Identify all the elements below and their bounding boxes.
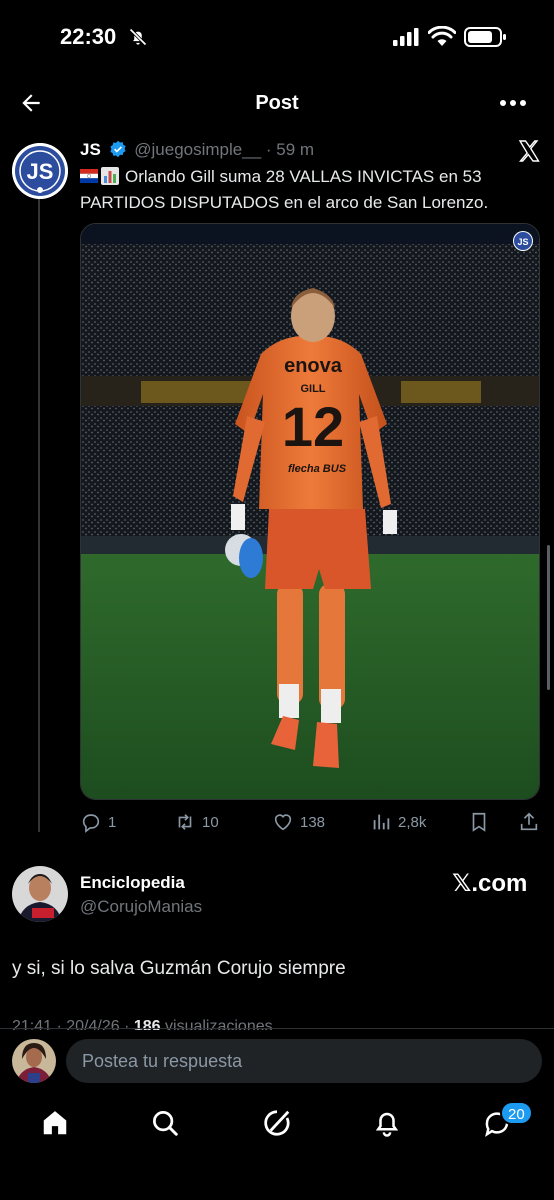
js-watermark-icon: JS [513, 231, 533, 251]
verified-badge-icon [109, 140, 126, 158]
home-icon[interactable] [40, 1108, 70, 1138]
views-button[interactable]: 2,8k [370, 808, 426, 836]
tweet-text: y si, si lo salva Guzmán Corujo siempre [12, 958, 346, 979]
like-count: 138 [300, 813, 326, 831]
avatar[interactable] [12, 866, 68, 922]
heart-icon [274, 814, 292, 831]
status-bar: 22:30 [0, 0, 554, 75]
more-options-icon[interactable] [498, 94, 528, 112]
svg-text:JS: JS [27, 159, 54, 184]
svg-text:enova: enova [284, 355, 343, 377]
reply-button[interactable]: 1 [80, 808, 116, 836]
bookmark-icon [472, 812, 486, 832]
repost-button[interactable]: 10 [174, 808, 219, 836]
grok-icon[interactable] [262, 1108, 292, 1138]
messages-badge: 20 [500, 1101, 533, 1125]
repost-count: 10 [202, 813, 219, 831]
status-time: 22:30 [60, 24, 117, 49]
like-button[interactable]: 138 [272, 808, 325, 836]
author-handle[interactable]: @CorujoManias [80, 897, 202, 917]
svg-text:GILL: GILL [300, 383, 325, 395]
tweet-header: JS @juegosimple__ · 59 m [80, 140, 314, 164]
tweet-text: Orlando Gill suma 28 VALLAS INVICTAS en … [80, 164, 540, 216]
page-title: Post [255, 92, 299, 114]
thread-line [38, 196, 40, 832]
views-count: 2,8k [398, 813, 427, 831]
author-handle[interactable]: @juegosimple__ [134, 140, 261, 159]
signal-icon [393, 28, 419, 46]
reply-input[interactable]: Postea tu respuesta [66, 1039, 542, 1083]
author-name[interactable]: Enciclopedia [80, 873, 185, 893]
my-avatar [12, 1039, 56, 1083]
source-label: 𝕏.com [452, 870, 528, 897]
bell-off-icon [129, 28, 147, 46]
divider [0, 1028, 554, 1029]
scrollbar[interactable] [547, 545, 550, 690]
reply-icon [82, 814, 100, 833]
goalkeeper-photo: enova GILL 12 flecha BUS [81, 224, 539, 799]
repost-icon [178, 814, 192, 830]
svg-text:12: 12 [282, 395, 344, 458]
author-name[interactable]: JS [80, 140, 101, 159]
views-icon [373, 814, 390, 830]
tweet-actions: 1 10 138 2,8k [80, 808, 540, 838]
share-button[interactable] [518, 808, 546, 836]
tweet-time: · 59 m [265, 140, 315, 159]
svg-text:flecha BUS: flecha BUS [288, 463, 347, 475]
x-logo-icon[interactable] [517, 139, 541, 163]
notifications-icon[interactable] [372, 1108, 402, 1138]
search-icon[interactable] [150, 1108, 180, 1138]
tweet-image[interactable]: enova GILL 12 flecha BUS [80, 223, 540, 800]
header: Post [0, 80, 554, 130]
avatar[interactable]: JS [12, 143, 68, 199]
my-avatar-image [12, 1039, 56, 1083]
wifi-icon [428, 26, 456, 46]
tweet-body: Orlando Gill suma 28 VALLAS INVICTAS en … [80, 167, 489, 212]
bottom-nav [0, 1100, 554, 1150]
js-logo-icon: JS [12, 143, 68, 199]
chart-emoji-icon [101, 167, 119, 185]
svg-text:JS: JS [517, 237, 528, 247]
battery-icon [464, 27, 506, 47]
paraguay-flag-icon [80, 169, 98, 183]
user-avatar-image [12, 866, 68, 922]
share-icon [520, 812, 538, 831]
reply-count: 1 [108, 813, 117, 831]
bookmark-button[interactable] [468, 808, 496, 836]
